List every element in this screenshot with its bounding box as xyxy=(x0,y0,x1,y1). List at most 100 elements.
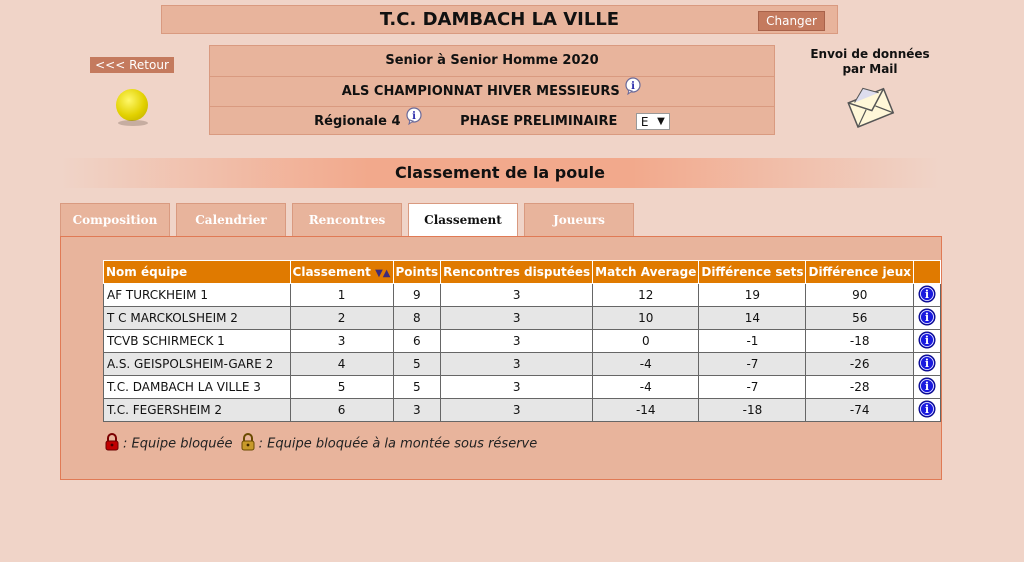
cell-points: 6 xyxy=(392,329,442,353)
tennis-ball-shadow xyxy=(118,120,148,126)
col-classement-label: Classement xyxy=(292,265,371,279)
cell-match-average: 0 xyxy=(592,329,700,353)
team-info-icon[interactable]: i xyxy=(912,329,942,353)
competition-info: Senior à Senior Homme 2020 ALS CHAMPIONN… xyxy=(209,45,775,135)
table-header-row: Nom équipe Classement ▼▲ Points Rencontr… xyxy=(103,260,942,284)
cell-classement: 4 xyxy=(289,352,394,376)
col-nom-equipe[interactable]: Nom équipe xyxy=(103,260,291,284)
table-row: T.C. FEGERSHEIM 2 6 3 3 -14 -18 -74 i xyxy=(103,398,942,422)
team-info-icon[interactable]: i xyxy=(912,283,942,307)
col-diff-sets[interactable]: Différence sets xyxy=(698,260,807,284)
changer-button[interactable]: Changer xyxy=(758,11,825,31)
red-lock-icon xyxy=(105,433,119,455)
cell-rencontres: 3 xyxy=(440,329,594,353)
svg-text:i: i xyxy=(631,81,635,92)
cell-diff-jeux: 56 xyxy=(805,306,914,330)
cell-match-average: -4 xyxy=(592,352,700,376)
mail-send[interactable]: Envoi de données par Mail xyxy=(800,47,940,129)
division-info-icon[interactable]: i xyxy=(405,107,423,136)
cell-classement: 6 xyxy=(289,398,394,422)
poule-select[interactable]: E ▼ xyxy=(635,113,670,130)
gold-lock-icon xyxy=(241,433,255,455)
col-points[interactable]: Points xyxy=(392,260,442,284)
svg-text:i: i xyxy=(925,380,929,393)
envelope-icon[interactable] xyxy=(845,83,895,129)
cell-name: TCVB SCHIRMECK 1 xyxy=(103,329,291,353)
cell-points: 8 xyxy=(392,306,442,330)
tennis-ball-icon xyxy=(116,89,148,121)
cell-classement: 5 xyxy=(289,375,394,399)
team-info-icon[interactable]: i xyxy=(912,398,942,422)
col-info xyxy=(912,260,942,284)
tab-calendrier[interactable]: Calendrier xyxy=(176,203,286,237)
cell-rencontres: 3 xyxy=(440,352,594,376)
col-classement[interactable]: Classement ▼▲ xyxy=(289,260,394,284)
table-row: T.C. DAMBACH LA VILLE 3 5 5 3 -4 -7 -28 i xyxy=(103,375,942,399)
division-row: Régionale 4 i PHASE PRELIMINAIRE E ▼ xyxy=(210,106,774,136)
cell-match-average: -4 xyxy=(592,375,700,399)
cell-diff-jeux: -18 xyxy=(805,329,914,353)
cell-diff-sets: -7 xyxy=(698,352,807,376)
cell-match-average: 12 xyxy=(592,283,700,307)
legend-locked: : Equipe bloquée xyxy=(123,436,233,452)
club-title: T.C. DAMBACH LA VILLE xyxy=(379,9,620,30)
select-arrow-icon: ▼ xyxy=(657,116,665,127)
team-info-icon[interactable]: i xyxy=(912,352,942,376)
cell-classement: 1 xyxy=(289,283,394,307)
cell-name: T.C. DAMBACH LA VILLE 3 xyxy=(103,375,291,399)
cell-rencontres: 3 xyxy=(440,398,594,422)
cell-diff-sets: 19 xyxy=(698,283,807,307)
cell-diff-sets: -1 xyxy=(698,329,807,353)
retour-button[interactable]: <<< Retour xyxy=(90,57,174,73)
club-title-bar: T.C. DAMBACH LA VILLE Changer xyxy=(161,5,838,34)
mail-label-line2: par Mail xyxy=(842,62,898,76)
championship-info-icon[interactable]: i xyxy=(624,77,642,106)
team-info-icon[interactable]: i xyxy=(912,375,942,399)
phase-label: PHASE PRELIMINAIRE xyxy=(460,114,618,129)
tab-classement[interactable]: Classement xyxy=(408,203,518,237)
cell-points: 9 xyxy=(392,283,442,307)
cell-diff-sets: -7 xyxy=(698,375,807,399)
col-diff-jeux[interactable]: Différence jeux xyxy=(805,260,914,284)
championship-label: ALS CHAMPIONNAT HIVER MESSIEURS xyxy=(341,84,620,99)
cell-points: 5 xyxy=(392,375,442,399)
classement-table: Nom équipe Classement ▼▲ Points Rencontr… xyxy=(103,260,942,422)
cell-classement: 2 xyxy=(289,306,394,330)
cell-name: A.S. GEISPOLSHEIM-GARE 2 xyxy=(103,352,291,376)
table-row: TCVB SCHIRMECK 1 3 6 3 0 -1 -18 i xyxy=(103,329,942,353)
table-row: T C MARCKOLSHEIM 2 2 8 3 10 14 56 i xyxy=(103,306,942,330)
cell-match-average: -14 xyxy=(592,398,700,422)
mail-label-line1: Envoi de données xyxy=(810,47,930,61)
tab-composition[interactable]: Composition xyxy=(60,203,170,237)
cell-rencontres: 3 xyxy=(440,306,594,330)
cell-diff-sets: -18 xyxy=(698,398,807,422)
team-info-icon[interactable]: i xyxy=(912,306,942,330)
cell-diff-sets: 14 xyxy=(698,306,807,330)
cell-name: AF TURCKHEIM 1 xyxy=(103,283,291,307)
legend-locked-reserve: : Equipe bloquée à la montée sous réserv… xyxy=(258,436,538,452)
col-match-average[interactable]: Match Average xyxy=(592,260,700,284)
tab-joueurs[interactable]: Joueurs xyxy=(524,203,634,237)
col-rencontres[interactable]: Rencontres disputées xyxy=(440,260,594,284)
cell-diff-jeux: -28 xyxy=(805,375,914,399)
svg-text:i: i xyxy=(925,357,929,370)
cell-diff-jeux: -26 xyxy=(805,352,914,376)
table-row: AF TURCKHEIM 1 1 9 3 12 19 90 i xyxy=(103,283,942,307)
championship-row: ALS CHAMPIONNAT HIVER MESSIEURS i xyxy=(210,76,774,106)
cell-name: T.C. FEGERSHEIM 2 xyxy=(103,398,291,422)
svg-text:i: i xyxy=(925,288,929,301)
cell-name: T C MARCKOLSHEIM 2 xyxy=(103,306,291,330)
tab-rencontres[interactable]: Rencontres xyxy=(292,203,402,237)
division-label: Régionale 4 xyxy=(314,114,401,129)
table-row: A.S. GEISPOLSHEIM-GARE 2 4 5 3 -4 -7 -26 i xyxy=(103,352,942,376)
cell-points: 3 xyxy=(392,398,442,422)
category-label: Senior à Senior Homme 2020 xyxy=(385,53,599,68)
poule-select-value: E xyxy=(640,115,649,129)
cell-diff-jeux: 90 xyxy=(805,283,914,307)
section-title: Classement de la poule xyxy=(60,158,940,188)
svg-text:i: i xyxy=(925,334,929,347)
sort-arrows-icon[interactable]: ▼▲ xyxy=(375,268,390,279)
svg-text:i: i xyxy=(412,111,416,122)
svg-text:i: i xyxy=(925,311,929,324)
cell-points: 5 xyxy=(392,352,442,376)
